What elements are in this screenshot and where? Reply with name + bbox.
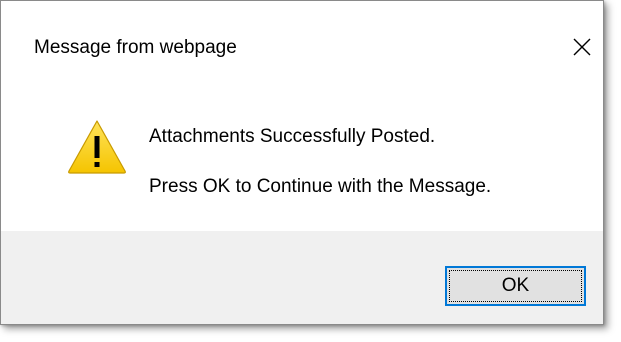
- ok-button-label: OK: [501, 275, 530, 296]
- close-icon: [573, 38, 591, 56]
- dialog-content: Attachments Successfully Posted. Press O…: [1, 63, 603, 231]
- message-line-1: Attachments Successfully Posted.: [149, 126, 436, 147]
- ok-button[interactable]: OK: [445, 266, 586, 306]
- dialog-titlebar[interactable]: Message from webpage: [1, 1, 603, 63]
- warning-icon: [68, 120, 126, 174]
- message-line-2: Press OK to Continue with the Message.: [149, 176, 492, 197]
- dialog-footer: OK: [1, 231, 603, 324]
- message-dialog: Message from webpage Attachments Success…: [0, 0, 604, 325]
- close-button[interactable]: [561, 27, 603, 67]
- dialog-title: Message from webpage: [34, 37, 237, 58]
